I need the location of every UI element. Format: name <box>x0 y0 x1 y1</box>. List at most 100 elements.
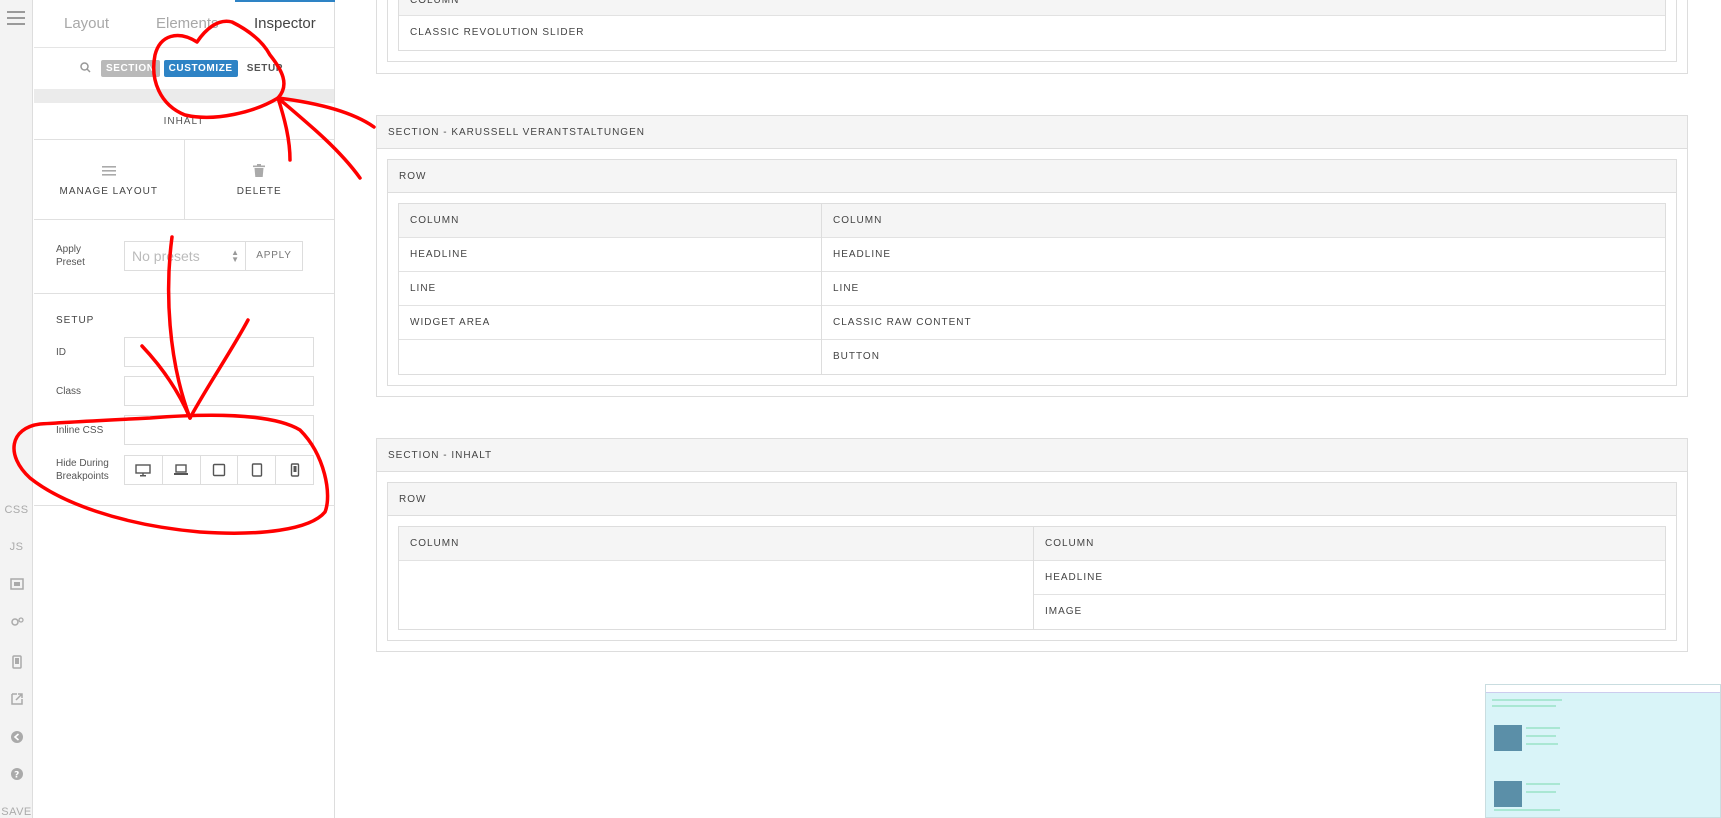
section-top[interactable]: COLUMN CLASSIC REVOLUTION SLIDER <box>376 0 1688 74</box>
element-headline[interactable]: HEADLINE <box>1034 561 1665 595</box>
manage-layout-label: MANAGE LAYOUT <box>59 186 158 197</box>
element-actions: MANAGE LAYOUT DELETE <box>34 140 334 220</box>
hide-breakpoints-label: Hide During Breakpoints <box>56 458 109 482</box>
id-input[interactable] <box>124 337 314 367</box>
search-icon[interactable] <box>80 61 91 76</box>
section-inhalt[interactable]: SECTION - INHALT ROW COLUMN . COLUMN HEA… <box>376 438 1688 652</box>
breakpoint-md-toggle[interactable] <box>199 456 238 484</box>
element-raw-content[interactable]: CLASSIC RAW CONTENT <box>822 306 1665 340</box>
live-preview-thumbnail[interactable] <box>1485 684 1721 818</box>
column-header[interactable]: COLUMN <box>399 527 1033 561</box>
section-title[interactable]: SECTION - KARUSSELL VERANTSTALTUNGEN <box>377 116 1687 149</box>
tab-inspector[interactable]: Inspector <box>254 15 316 32</box>
left-toolbar: CSS JS ? SAVE <box>0 0 33 818</box>
desktop-icon <box>135 463 152 476</box>
inline-css-input[interactable] <box>124 415 314 445</box>
column-header[interactable]: COLUMN <box>822 204 1665 238</box>
save-button[interactable]: SAVE <box>0 806 33 818</box>
laptop-icon <box>174 464 189 475</box>
responsive-preview-icon[interactable] <box>0 655 33 672</box>
column[interactable]: COLUMN HEADLINE IMAGE <box>1033 527 1665 629</box>
mobile-icon <box>290 463 299 477</box>
setup-heading: SETUP <box>56 315 95 326</box>
back-icon[interactable] <box>0 730 33 747</box>
breakpoint-xs-toggle[interactable] <box>275 456 313 484</box>
id-label: ID <box>56 347 66 358</box>
css-button[interactable]: CSS <box>0 504 33 516</box>
inspector-panel: Layout Elements Inspector SECTION CUSTOM… <box>34 0 335 818</box>
breakpoint-xl-toggle[interactable] <box>125 456 162 484</box>
element-image[interactable]: IMAGE <box>1034 595 1665 629</box>
manage-layout-button[interactable]: MANAGE LAYOUT <box>34 140 184 219</box>
tab-elements[interactable]: Elements <box>156 15 219 32</box>
builder-icon[interactable] <box>0 578 33 593</box>
breadcrumb: SECTION CUSTOMIZE SETUP <box>34 48 334 89</box>
preview-text <box>1492 699 1562 701</box>
preset-select-value: No presets <box>132 248 200 264</box>
apply-preset-label: Apply Preset <box>56 244 85 268</box>
panel-tabs: Layout Elements Inspector <box>34 0 335 48</box>
divider <box>34 89 334 103</box>
element-revolution-slider[interactable]: CLASSIC REVOLUTION SLIDER <box>399 16 1665 50</box>
breadcrumb-setup[interactable]: SETUP <box>242 60 288 77</box>
column-group: COLUMN HEADLINE LINE WIDGET AREA . COLUM… <box>398 203 1666 375</box>
column[interactable]: COLUMN HEADLINE LINE WIDGET AREA . <box>399 204 821 374</box>
help-icon[interactable]: ? <box>0 767 33 784</box>
preview-text <box>1494 809 1560 811</box>
preset-row: Apply Preset No presets ▲ ▼ APPLY <box>34 220 334 294</box>
element-headline[interactable]: HEADLINE <box>399 238 821 272</box>
row[interactable]: ROW COLUMN HEADLINE LINE WIDGET AREA . C… <box>387 159 1677 386</box>
element-line[interactable]: LINE <box>822 272 1665 306</box>
tablet-landscape-icon <box>212 463 226 477</box>
column-group: COLUMN CLASSIC REVOLUTION SLIDER <box>398 0 1666 51</box>
menu-icon[interactable] <box>7 11 25 29</box>
breakpoint-lg-toggle[interactable] <box>161 456 200 484</box>
section-karussell[interactable]: SECTION - KARUSSELL VERANTSTALTUNGEN ROW… <box>376 115 1688 397</box>
column-group: COLUMN . COLUMN HEADLINE IMAGE <box>398 526 1666 630</box>
row[interactable]: ROW COLUMN . COLUMN HEADLINE IMAGE <box>387 482 1677 641</box>
preview-image <box>1494 725 1522 751</box>
tablet-portrait-icon <box>251 463 262 477</box>
column-header[interactable]: COLUMN <box>399 0 1665 16</box>
preview-text <box>1526 727 1560 729</box>
element-headline[interactable]: HEADLINE <box>822 238 1665 272</box>
apply-preset-button[interactable]: APPLY <box>245 241 303 271</box>
trash-icon <box>185 164 335 180</box>
breadcrumb-section[interactable]: SECTION <box>100 60 160 77</box>
column-header[interactable]: COLUMN <box>1034 527 1665 561</box>
delete-button[interactable]: DELETE <box>183 140 335 219</box>
column[interactable]: COLUMN CLASSIC REVOLUTION SLIDER <box>399 0 1665 50</box>
select-arrows-icon: ▲ ▼ <box>231 248 239 264</box>
external-link-icon[interactable] <box>0 692 33 709</box>
breakpoint-toggles <box>124 455 314 485</box>
empty-slot: . <box>399 561 1033 629</box>
preset-select[interactable]: No presets ▲ ▼ <box>124 241 245 271</box>
row-header[interactable]: ROW <box>388 483 1676 516</box>
class-label: Class <box>56 386 82 397</box>
element-title: INHALT <box>34 103 334 140</box>
js-button[interactable]: JS <box>0 541 33 553</box>
tab-layout[interactable]: Layout <box>64 15 109 32</box>
divider <box>34 505 335 506</box>
section-title[interactable]: SECTION - INHALT <box>377 439 1687 472</box>
element-line[interactable]: LINE <box>399 272 821 306</box>
svg-text:?: ? <box>14 771 20 781</box>
preview-text <box>1526 743 1558 745</box>
list-icon <box>34 164 184 180</box>
preview-text <box>1526 735 1556 737</box>
preview-text <box>1526 783 1560 785</box>
inline-css-label: Inline CSS <box>56 425 104 436</box>
breakpoint-sm-toggle[interactable] <box>237 456 275 484</box>
row[interactable]: COLUMN CLASSIC REVOLUTION SLIDER <box>387 0 1677 62</box>
column-header[interactable]: COLUMN <box>399 204 821 238</box>
row-header[interactable]: ROW <box>388 160 1676 193</box>
breadcrumb-customize[interactable]: CUSTOMIZE <box>163 60 238 77</box>
element-button[interactable]: BUTTON <box>822 340 1665 374</box>
preview-image <box>1494 781 1522 807</box>
column[interactable]: COLUMN . <box>399 527 1033 629</box>
element-widget-area[interactable]: WIDGET AREA <box>399 306 821 340</box>
class-input[interactable] <box>124 376 314 406</box>
column[interactable]: COLUMN HEADLINE LINE CLASSIC RAW CONTENT… <box>821 204 1665 374</box>
settings-icon[interactable] <box>0 616 33 631</box>
preview-navbar <box>1486 685 1720 693</box>
